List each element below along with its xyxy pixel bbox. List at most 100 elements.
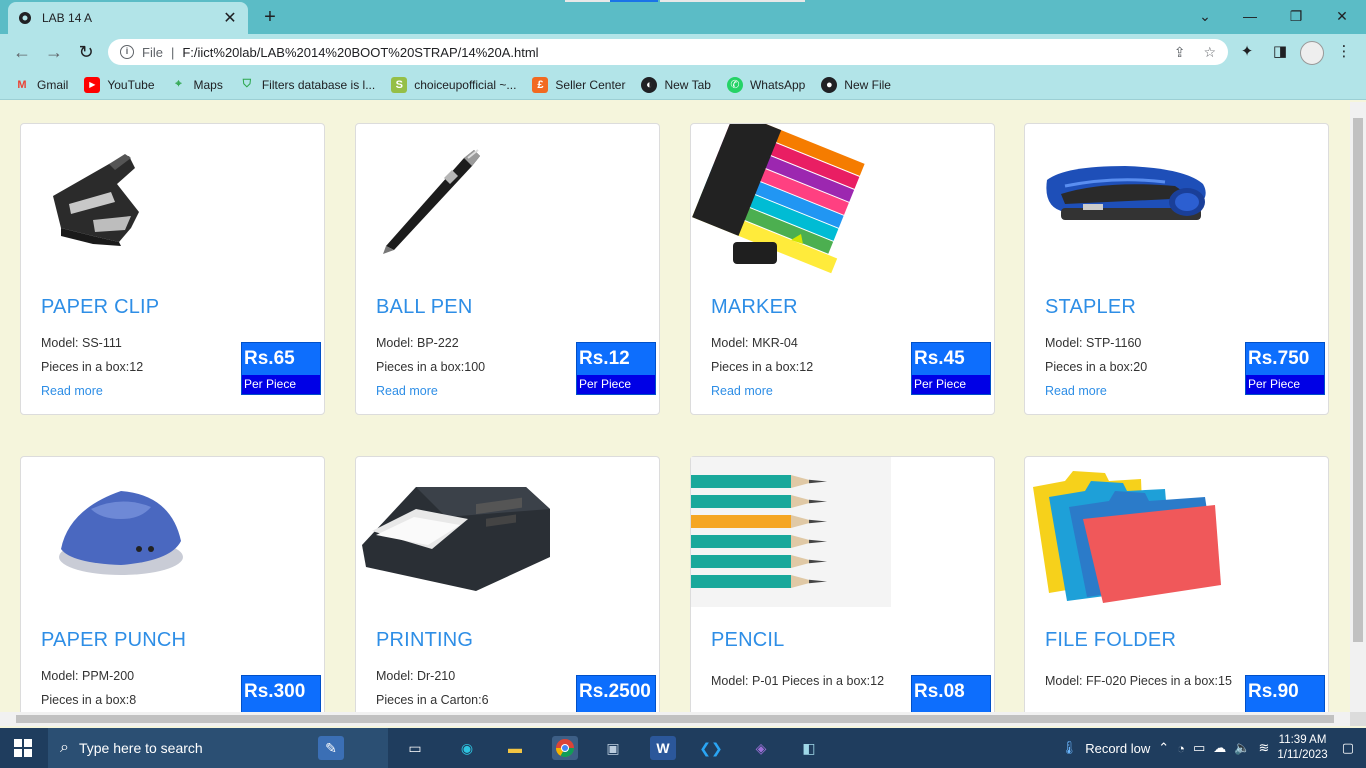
youtube-icon: ▶ [84, 76, 101, 93]
bookmark-new-file[interactable]: ● New File [821, 76, 891, 93]
product-title: PAPER PUNCH [41, 629, 187, 651]
windows-start-icon[interactable] [14, 739, 32, 757]
tab-strip-indicator [565, 0, 610, 2]
vertical-scrollbar[interactable] [1350, 102, 1366, 712]
bookmark-label: New Tab [664, 77, 711, 92]
product-card-paper-clip: PAPER CLIP Model: SS-111 Pieces in a box… [20, 123, 325, 415]
price-badge: Rs.750 Per Piece [1245, 342, 1325, 395]
address-bar[interactable]: i File | F:/iict%20lab/LAB%2014%20BOOT%2… [108, 39, 1228, 65]
bookmark-whatsapp[interactable]: ✆ WhatsApp [726, 76, 805, 93]
side-panel-icon[interactable]: ◨ [1270, 42, 1290, 62]
file-explorer-icon[interactable]: ▬ [502, 736, 528, 760]
vscode-icon[interactable]: ❮❯ [698, 736, 724, 760]
menu-icon[interactable]: ⋮ [1334, 42, 1354, 62]
share-icon[interactable]: ⇪ [1174, 44, 1186, 61]
minimize-button[interactable]: — [1238, 5, 1262, 27]
chevron-up-icon[interactable]: ⌃ [1158, 740, 1169, 756]
price-badge: Rs.45 Per Piece [911, 342, 991, 395]
read-more-link[interactable]: Read more [711, 384, 773, 398]
bookmark-label: YouTube [107, 77, 155, 92]
browser-tab[interactable]: LAB 14 A ✕ [8, 2, 248, 34]
bookmark-label: choiceupofficial ~... [414, 77, 517, 92]
profile-avatar[interactable] [1300, 41, 1324, 65]
bookmark-gmail[interactable]: M Gmail [14, 77, 68, 93]
close-window-button[interactable]: ✕ [1330, 5, 1354, 27]
bookmark-label: New File [844, 77, 891, 92]
edge-icon[interactable]: ◉ [454, 736, 480, 760]
product-title: PENCIL [711, 629, 785, 651]
product-title: BALL PEN [376, 296, 473, 318]
bookmark-label: Gmail [37, 77, 69, 92]
product-title: PAPER CLIP [41, 296, 160, 318]
bookmark-seller-center[interactable]: £ Seller Center [532, 76, 626, 93]
weather-text[interactable]: Record low [1085, 741, 1150, 756]
app-icon[interactable]: ◧ [796, 736, 822, 760]
tab-search-icon[interactable]: ⌄ [1193, 5, 1217, 27]
product-title: FILE FOLDER [1045, 629, 1177, 651]
globe-icon [18, 11, 32, 25]
wifi-icon[interactable]: ≋ [1258, 740, 1269, 756]
close-tab-icon[interactable]: ✕ [222, 8, 238, 28]
maps-icon: ⌖ [175, 78, 182, 90]
product-model: Model: BP-222 [376, 336, 459, 350]
bookmark-youtube[interactable]: ▶ YouTube [84, 76, 155, 93]
back-button[interactable]: ← [10, 40, 34, 64]
battery-icon[interactable]: ▭ [1193, 740, 1205, 756]
notification-icon[interactable]: ▢ [1342, 740, 1354, 756]
bookmark-maps[interactable]: ⌖ Maps [171, 77, 223, 93]
cloud-icon[interactable]: ☁ [1213, 740, 1226, 756]
volume-icon[interactable]: 🔈 [1234, 740, 1250, 756]
bookmark-star-icon[interactable]: ☆ [1203, 44, 1216, 61]
browser-toolbar: ← → ↻ i File | F:/iict%20lab/LAB%2014%20… [0, 34, 1366, 70]
tab-strip-indicator [660, 0, 805, 2]
clock[interactable]: 11:39 AM 1/11/2023 [1277, 733, 1327, 763]
bookmark-filters[interactable]: ⛉ Filters database is l... [239, 77, 376, 93]
network-icon[interactable]: ◔ [1177, 741, 1185, 756]
new-tab-button[interactable]: + [258, 6, 282, 28]
forward-button[interactable]: → [42, 40, 66, 64]
price-amount: Rs.12 [579, 348, 630, 369]
task-view-icon[interactable]: ▭ [402, 736, 428, 760]
vertical-scroll-thumb[interactable] [1353, 118, 1363, 642]
rdp-icon[interactable]: ▣ [600, 736, 626, 760]
word-icon[interactable]: W [650, 736, 676, 760]
seller-icon: £ [532, 76, 549, 93]
visual-studio-icon[interactable]: ◈ [748, 736, 774, 760]
chrome-icon[interactable] [552, 736, 578, 760]
info-icon[interactable]: i [120, 45, 134, 59]
price-amount: Rs.750 [1248, 348, 1310, 369]
product-card-paper-punch: PAPER PUNCH Model: PPM-200 Pieces in a b… [20, 456, 325, 712]
search-highlight-icon[interactable]: ✎ [318, 736, 344, 760]
product-card-marker: MARKER Model: MKR-04 Pieces in a box:12 … [690, 111, 995, 415]
clock-time: 11:39 AM [1278, 734, 1327, 746]
product-model: Model: PPM-200 [41, 669, 135, 683]
product-card-stapler: STAPLER Model: STP-1160 Pieces in a box:… [1024, 123, 1329, 415]
globe-icon: ◐ [641, 76, 658, 93]
product-image-folders [1025, 457, 1328, 617]
extensions-icon[interactable]: ✦ [1237, 42, 1257, 62]
bookmark-label: Maps [193, 77, 223, 92]
bookmark-choiceup[interactable]: S choiceupofficial ~... [391, 76, 517, 93]
search-icon: ⌕ [60, 739, 69, 756]
product-title: PRINTING [376, 629, 474, 651]
product-image-markers [691, 111, 994, 284]
read-more-link[interactable]: Read more [376, 384, 438, 398]
read-more-link[interactable]: Read more [1045, 384, 1107, 398]
bookmark-new-tab[interactable]: ◐ New Tab [641, 76, 711, 93]
product-pieces: Pieces in a box:20 [1045, 360, 1148, 374]
product-image-punch [21, 457, 324, 617]
reload-button[interactable]: ↻ [74, 40, 98, 64]
bookmarks-bar: M Gmail ▶ YouTube ⌖ Maps ⛉ Filters datab… [0, 70, 1366, 100]
read-more-link[interactable]: Read more [41, 384, 103, 398]
horizontal-scrollbar[interactable] [0, 712, 1350, 726]
bookmark-label: Seller Center [555, 77, 626, 92]
price-amount: Rs.45 [914, 348, 965, 369]
price-amount: Rs.08 [914, 681, 965, 702]
restore-button[interactable]: ❐ [1284, 5, 1308, 27]
product-image-pen [356, 124, 659, 284]
horizontal-scroll-thumb[interactable] [16, 715, 1334, 723]
price-badge: Rs.300 [241, 675, 321, 712]
url-scheme: File [142, 44, 163, 60]
search-placeholder: Type here to search [78, 740, 203, 756]
product-image-stapler [1025, 124, 1328, 284]
